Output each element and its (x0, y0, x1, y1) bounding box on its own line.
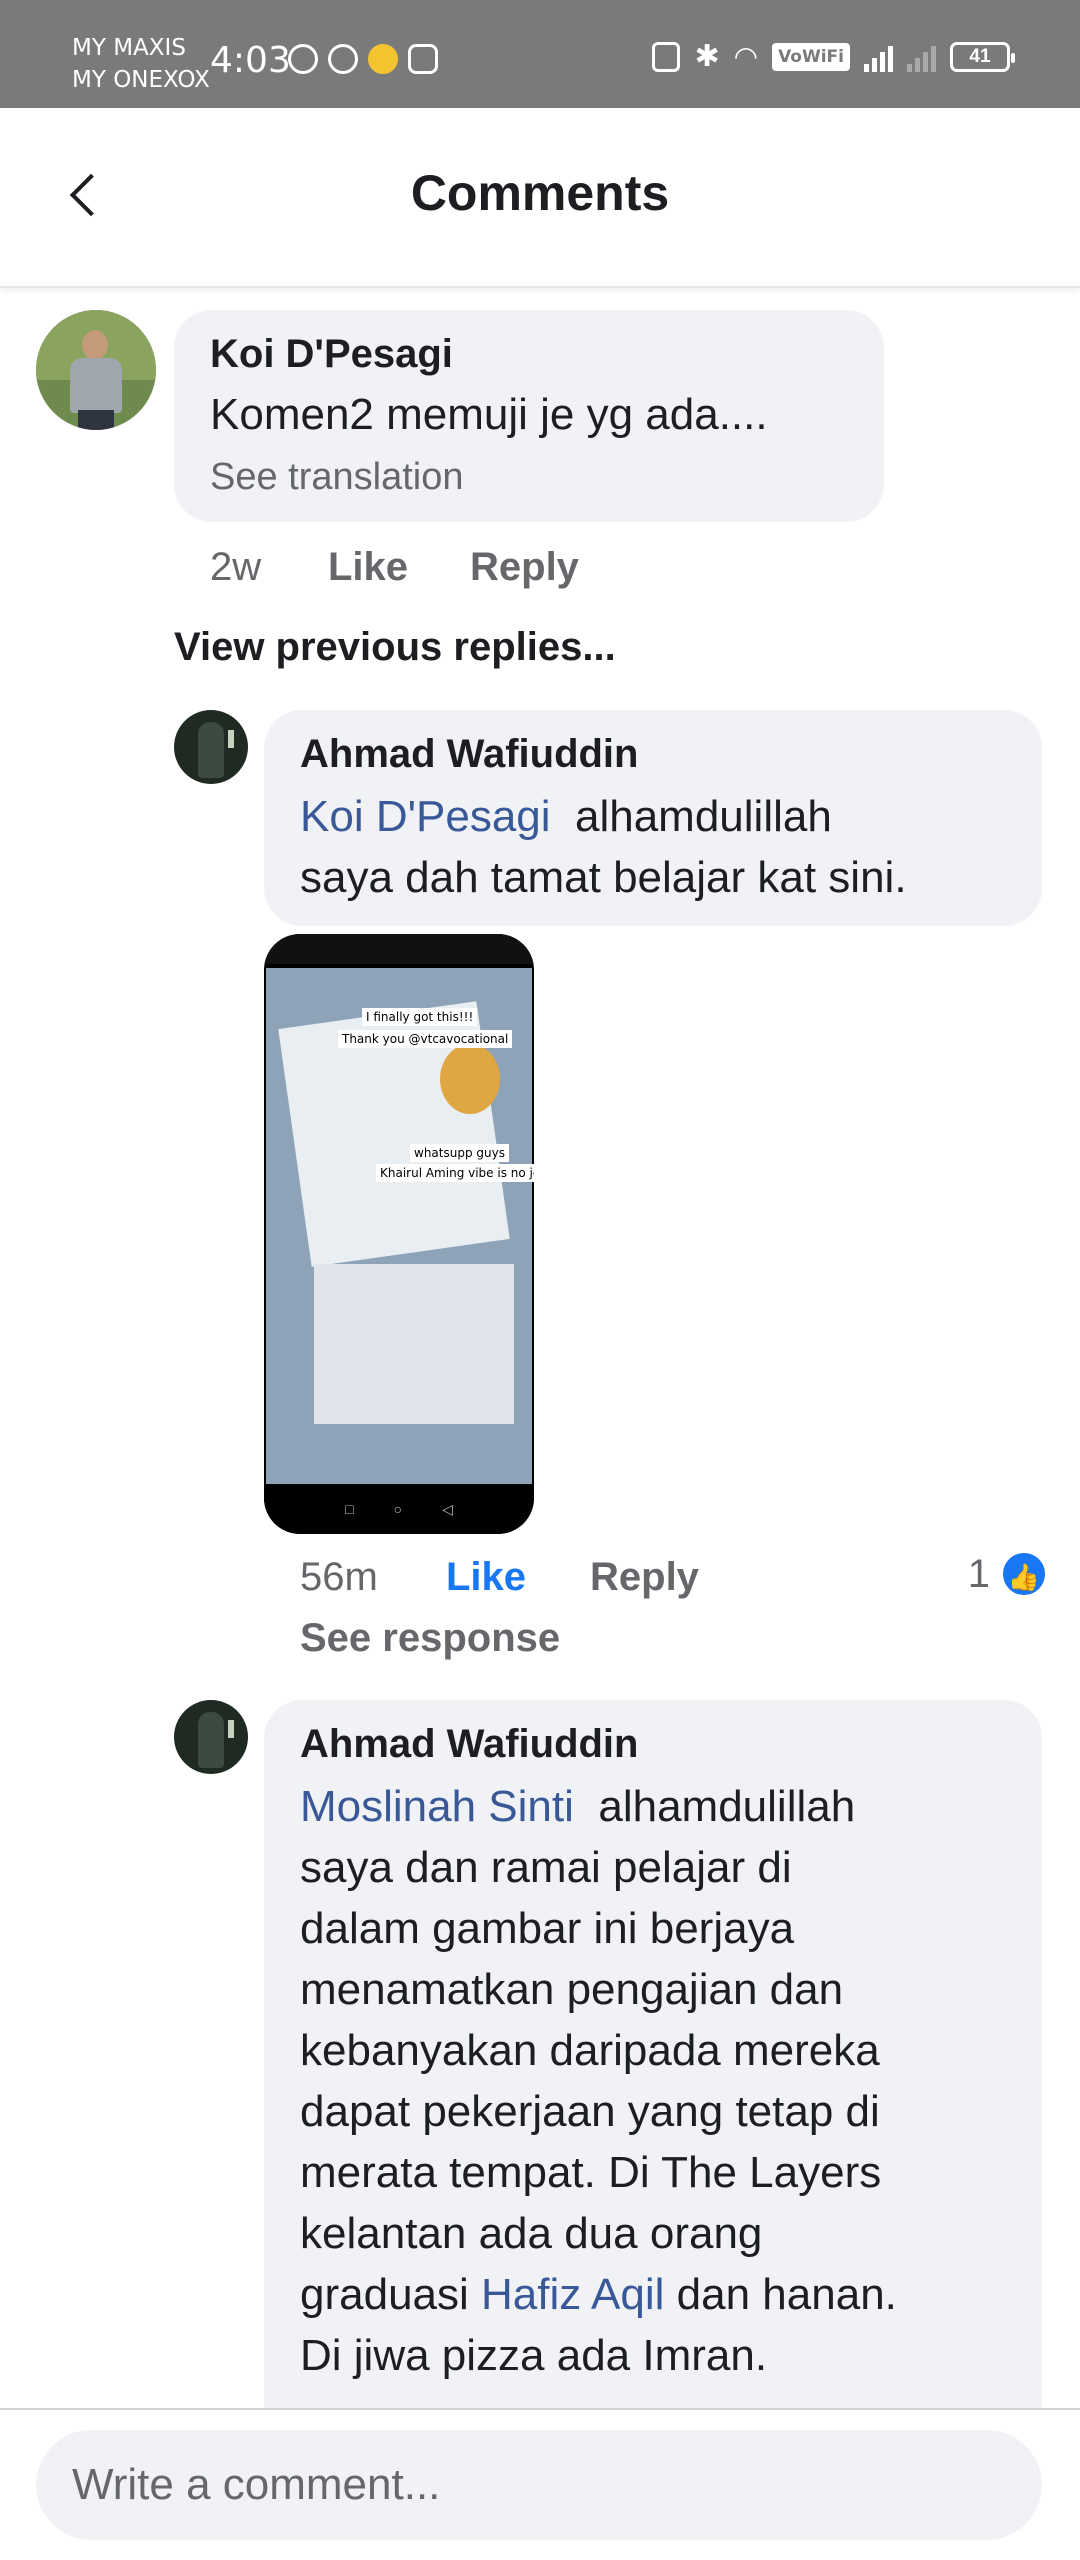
carrier-1: MY MAXIS (72, 35, 186, 61)
reply-button[interactable]: Reply (590, 1555, 699, 1600)
comment-author[interactable]: Koi D'Pesagi (210, 332, 453, 377)
see-translation-link[interactable]: See translation (210, 456, 464, 499)
thumbs-up-icon: 👍 (1000, 1550, 1048, 1598)
image-caption: I finally got this!!! (362, 1008, 478, 1026)
like-button[interactable]: Like (446, 1555, 526, 1600)
reply-image-attachment[interactable]: I finally got this!!! Thank you @vtcavoc… (264, 934, 534, 1534)
reply-author[interactable]: Ahmad Wafiuddin (300, 1722, 638, 1767)
comment-text: Komen2 memuji je yg ada.... (210, 390, 768, 439)
whatsapp-icon (288, 44, 318, 74)
image-caption: Thank you @vtcavocational (338, 1030, 513, 1048)
notification-icons (288, 44, 438, 74)
reply-text: Moslinah Sinti alhamdulillah saya dan ra… (300, 1776, 1030, 2386)
image-caption: Khairul Aming vibe is no joke (376, 1164, 534, 1182)
phone-nav-bar: □ ○ ◁ (264, 1484, 534, 1534)
wifi-icon: ◠ (733, 41, 759, 72)
see-response-link[interactable]: See response (300, 1616, 560, 1661)
carrier-labels: MY MAXIS MY ONEXOX (72, 32, 210, 96)
reply-line: kelantan ada dua orang (300, 2209, 763, 2258)
mention-link[interactable]: Koi D'Pesagi (300, 792, 551, 841)
reply-text-line2: saya dah tamat belajar kat sini. (300, 853, 907, 902)
reply-line: menamatkan pengajian dan (300, 1965, 844, 2014)
emoji-sticker (440, 1044, 500, 1114)
reply-line: Di jiwa pizza ada Imran. (300, 2331, 768, 2380)
reaction-count[interactable]: 1 👍 (968, 1550, 1048, 1598)
carrier-2: MY ONEXOX (72, 67, 210, 93)
reply-line: alhamdulillah (598, 1782, 856, 1831)
status-time: 4:03 (210, 40, 291, 81)
messenger-icon (328, 44, 358, 74)
avatar-ahmad[interactable] (174, 1700, 248, 1774)
header: Comments (0, 108, 1080, 288)
reply-time: 56m (300, 1555, 378, 1599)
notification-bell-icon (368, 44, 398, 74)
reply-bubble: Ahmad Wafiuddin Koi D'Pesagi alhamdulill… (264, 710, 1042, 926)
mention-link[interactable]: Hafiz Aqil (481, 2270, 664, 2319)
image-caption: whatsupp guys (410, 1144, 509, 1162)
signal-icon-2 (907, 42, 936, 72)
reply-bubble: Ahmad Wafiuddin Moslinah Sinti alhamduli… (264, 1700, 1042, 2460)
reply-text-line1: alhamdulillah (574, 792, 832, 841)
reply-line: dalam gambar ini berjaya (300, 1904, 795, 1953)
status-bar: MY MAXIS MY ONEXOX 4:03 ✱ ◠ VoWiFi 41 (0, 0, 1080, 108)
battery-icon: 41 (950, 41, 1015, 72)
reply-line: dapat pekerjaan yang tetap di (300, 2087, 880, 2136)
comment-composer (0, 2408, 1080, 2560)
view-previous-replies[interactable]: View previous replies... (174, 625, 616, 670)
comment-time: 2w (210, 545, 262, 589)
like-count: 1 (967, 1551, 990, 1596)
reply-author[interactable]: Ahmad Wafiuddin (300, 732, 638, 777)
reply-line: dan hanan. (676, 2270, 897, 2319)
reply-text: Koi D'Pesagi alhamdulillah saya dah tama… (300, 786, 1030, 908)
reply-line: merata tempat. Di The Layers (300, 2148, 882, 2197)
bluetooth-icon: ✱ (694, 39, 720, 73)
page-title: Comments (410, 165, 670, 221)
avatar-koi[interactable] (36, 310, 156, 430)
nfc-icon (652, 41, 681, 72)
reply-line: graduasi (300, 2270, 469, 2319)
instagram-icon (408, 44, 438, 74)
system-status-icons: ✱ ◠ VoWiFi 41 (652, 39, 1015, 73)
avatar-ahmad[interactable] (174, 710, 248, 784)
comment-bubble: Koi D'Pesagi Komen2 memuji je yg ada....… (174, 310, 884, 522)
mention-link[interactable]: Moslinah Sinti (300, 1782, 574, 1831)
reply-button[interactable]: Reply (470, 545, 579, 590)
signal-icon (864, 42, 893, 72)
like-button[interactable]: Like (328, 545, 408, 590)
comment-input[interactable] (36, 2430, 1042, 2540)
vowifi-badge: VoWiFi (772, 42, 850, 71)
reply-line: kebanyakan daripada mereka (300, 2026, 880, 2075)
reply-line: saya dan ramai pelajar di (300, 1843, 792, 1892)
